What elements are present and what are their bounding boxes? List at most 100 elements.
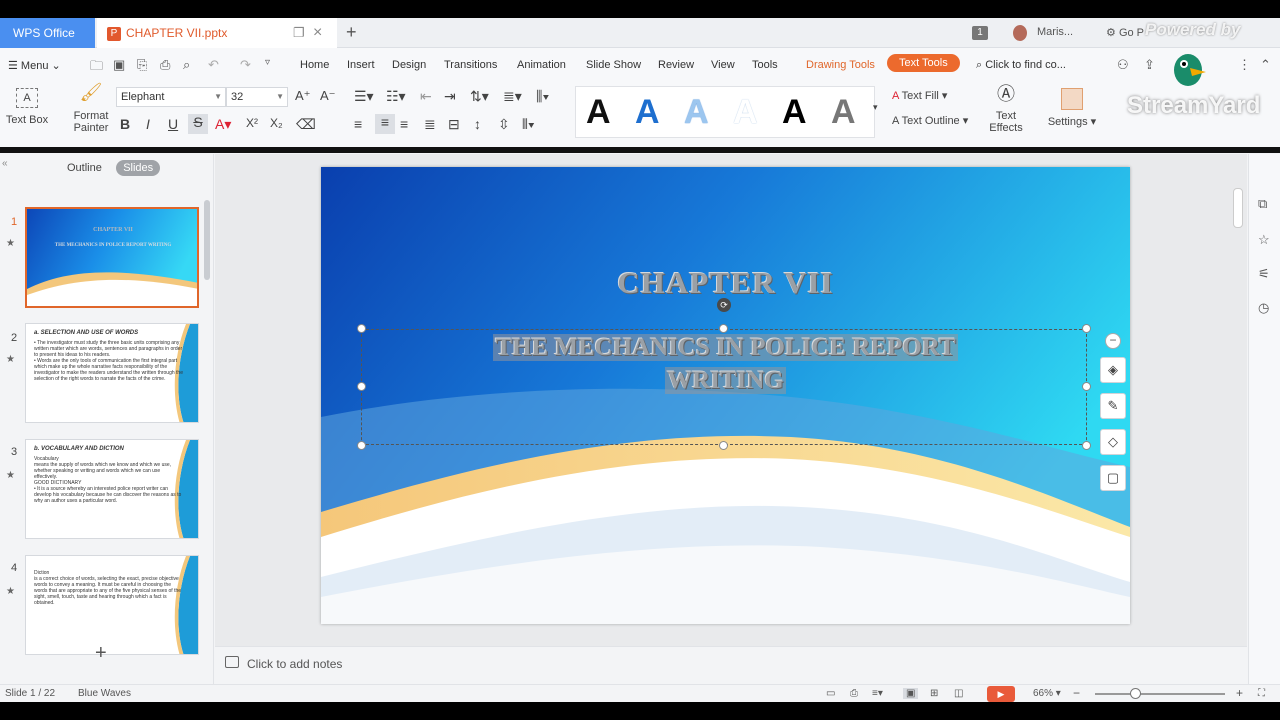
canvas-scrollbar[interactable] [1233, 188, 1243, 228]
tab-wps-office[interactable]: WPS Office [0, 18, 95, 48]
slide-thumbnail-4[interactable]: Diction is a correct choice of words, se… [25, 555, 199, 655]
strikethrough-icon[interactable]: S [188, 114, 208, 134]
notes-toggle-icon[interactable]: ▭ [826, 688, 835, 699]
bullets-icon[interactable]: ☰▾ [354, 88, 374, 105]
window-count-badge[interactable]: 1 [972, 26, 988, 40]
customize-toolbar-icon[interactable]: ▿ [265, 57, 270, 68]
preview-icon[interactable]: ⌕ [183, 57, 190, 73]
save-icon[interactable]: ▣ [113, 57, 125, 73]
menu-design[interactable]: Design [392, 59, 426, 71]
subscript-icon[interactable]: X₂ [270, 116, 283, 130]
resize-handle[interactable] [719, 324, 728, 333]
collapse-panel-icon[interactable]: « [2, 158, 8, 169]
text-style-bold-black[interactable]: A [782, 93, 807, 132]
clear-format-icon[interactable]: ⌫ [296, 116, 316, 133]
slide-thumbnail-1[interactable]: CHAPTER VII THE MECHANICS IN POLICE REPO… [25, 207, 199, 308]
menu-tools[interactable]: Tools [752, 59, 778, 71]
superscript-icon[interactable]: X² [246, 116, 258, 130]
adjust-icon[interactable]: ⚟ [1258, 266, 1270, 282]
reading-view-icon[interactable]: ◫ [954, 688, 963, 699]
slide-subtitle[interactable]: THE MECHANICS IN POLICE REPORT WRITING [321, 331, 1130, 397]
pen-icon[interactable]: ✎ [1100, 393, 1126, 419]
zoom-level[interactable]: 66% ▾ [1033, 688, 1061, 699]
menu-insert[interactable]: Insert [347, 59, 375, 71]
go-premium-link[interactable]: ⚙ Go P [1106, 26, 1144, 39]
text-style-gray[interactable]: A [831, 93, 856, 132]
command-search[interactable]: ⌕ Click to find co... [976, 59, 1066, 72]
text-style-black[interactable]: A [586, 93, 611, 132]
theme-name[interactable]: Blue Waves [78, 688, 131, 699]
menu-view[interactable]: View [711, 59, 735, 71]
star-icon[interactable]: ☆ [1258, 232, 1270, 248]
rotate-handle-icon[interactable]: ⟳ [717, 298, 731, 312]
tab-slides[interactable]: Slides [116, 160, 161, 176]
export-icon[interactable]: ⎘ [137, 57, 147, 73]
italic-icon[interactable]: I [146, 116, 150, 132]
menu-animation[interactable]: Animation [517, 59, 566, 71]
font-family-select[interactable]: Elephant ▼ [116, 87, 226, 107]
avatar[interactable] [1013, 25, 1027, 41]
slide-thumbnail-2[interactable]: a. SELECTION AND USE OF WORDS • The inve… [25, 323, 199, 423]
upload-icon[interactable]: ⇪ [1144, 57, 1155, 73]
zoom-slider[interactable] [1095, 693, 1225, 695]
redo-icon[interactable]: ↷ [240, 57, 251, 73]
restore-tab-icon[interactable]: ❐ [293, 18, 305, 48]
copy-icon[interactable]: ⧉ [1258, 196, 1267, 212]
menu-text-tools[interactable]: Text Tools [887, 54, 960, 72]
menu-review[interactable]: Review [658, 59, 694, 71]
resize-handle[interactable] [1082, 324, 1091, 333]
text-style-light-blue[interactable]: A [684, 93, 709, 132]
distribute-icon[interactable]: ⊟ [448, 116, 460, 133]
zoom-in-icon[interactable]: + [1236, 686, 1243, 700]
resize-handle[interactable] [1082, 441, 1091, 450]
font-size-select[interactable]: 32 ▼ [226, 87, 288, 107]
bold-icon[interactable]: B [120, 116, 130, 132]
settings-button[interactable]: Settings ▾ [1044, 88, 1100, 128]
slide-title[interactable]: CHAPTER VII [321, 265, 1130, 301]
paragraph-spacing-icon[interactable]: ⇳ [498, 116, 510, 133]
print-icon[interactable]: ⎙ [160, 57, 170, 73]
text-direction-icon[interactable]: ⇅▾ [470, 88, 489, 105]
align-center-icon[interactable]: ≡ [375, 114, 395, 134]
notes-pane[interactable]: Click to add notes [215, 646, 1247, 684]
share-icon[interactable]: ⚇ [1117, 57, 1129, 73]
user-name[interactable]: Maris... [1037, 26, 1073, 38]
slide-thumbnail-3[interactable]: b. VOCABULARY AND DICTION Vocabulary mea… [25, 439, 199, 539]
collapse-ribbon-icon[interactable]: ⌃ [1260, 57, 1271, 73]
close-tab-icon[interactable]: × [313, 18, 322, 48]
format-painter-button[interactable]: 🖌 Format Painter [70, 83, 112, 134]
text-fill-button[interactable]: A Text Fill ▾ [892, 90, 947, 102]
normal-view-icon[interactable]: ▣ [903, 688, 919, 699]
underline-icon[interactable]: U [168, 116, 178, 132]
align-text-icon[interactable]: ⫼▾ [536, 88, 549, 105]
columns-icon[interactable]: ⫴▾ [522, 116, 535, 133]
align-right-icon[interactable]: ≡ [400, 116, 408, 132]
layers-icon[interactable]: ◈ [1100, 357, 1126, 383]
resize-handle[interactable] [357, 382, 366, 391]
text-style-blue[interactable]: A [635, 93, 660, 132]
panel-scrollbar[interactable] [204, 200, 210, 280]
text-box-button[interactable]: A Text Box [4, 88, 50, 126]
add-slide-button[interactable]: + [95, 642, 107, 665]
history-icon[interactable]: ◷ [1258, 300, 1269, 316]
tab-document[interactable]: P CHAPTER VII.pptx ❐ × [97, 18, 337, 48]
menu-transitions[interactable]: Transitions [444, 59, 497, 71]
more-options-icon[interactable]: ⋮ [1238, 57, 1251, 73]
new-tab-button[interactable]: + [346, 22, 357, 43]
zoom-out-icon[interactable]: − [1073, 686, 1080, 700]
decrease-font-icon[interactable]: A⁻ [320, 88, 336, 104]
spacing-icon[interactable]: ↕ [474, 116, 481, 132]
comments-icon[interactable]: ⎙ [850, 688, 858, 699]
fit-window-icon[interactable]: ⛶ [1258, 688, 1265, 699]
tab-outline[interactable]: Outline [60, 160, 109, 176]
slide-1[interactable]: CHAPTER VII THE MECHANICS IN POLICE REPO… [321, 167, 1130, 624]
numbering-icon[interactable]: ☷▾ [386, 88, 406, 105]
zoom-slider-knob[interactable] [1130, 688, 1141, 699]
resize-handle[interactable] [357, 441, 366, 450]
increase-indent-icon[interactable]: ⇥ [444, 88, 456, 105]
text-style-outline[interactable]: A [733, 93, 758, 132]
layout-menu-icon[interactable]: ≡▾ [872, 688, 883, 699]
text-effects-button[interactable]: Ⓐ Text Effects [984, 85, 1028, 134]
open-folder-icon[interactable]: 🗀 [90, 57, 103, 79]
main-menu-button[interactable]: ☰ Menu ⌄ [8, 59, 61, 72]
